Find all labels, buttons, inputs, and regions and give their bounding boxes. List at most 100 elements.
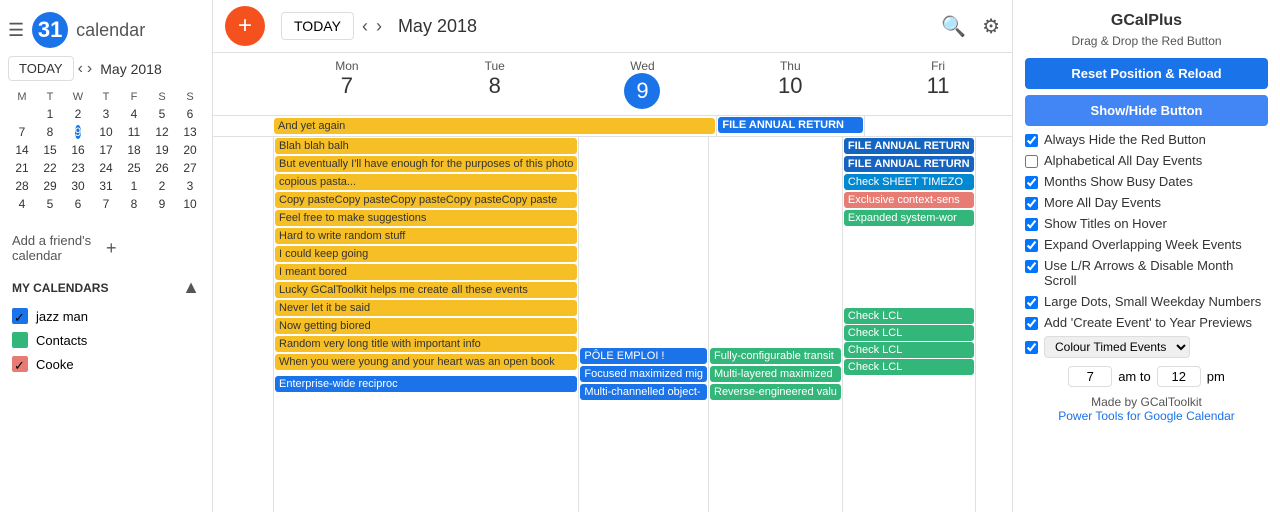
settings-icon[interactable]: ⚙	[982, 14, 1000, 39]
checkbox-always-hide[interactable]	[1025, 134, 1038, 147]
mini-cal-day[interactable]: 17	[92, 141, 120, 159]
mini-cal-day[interactable]: 30	[64, 177, 92, 195]
mini-cal-day[interactable]: 22	[36, 159, 64, 177]
mini-cal-day[interactable]: 26	[148, 159, 176, 177]
reset-position-button[interactable]: Reset Position & Reload	[1025, 58, 1268, 89]
event-check-lcl-3[interactable]: Check LCL	[844, 342, 974, 358]
mini-cal-day[interactable]: 28	[8, 177, 36, 195]
checkbox-large-dots[interactable]	[1025, 296, 1038, 309]
checkbox-expand-overlapping[interactable]	[1025, 239, 1038, 252]
mini-cal-day[interactable]: 10	[92, 123, 120, 141]
nav-prev-button[interactable]: ‹	[78, 60, 83, 78]
event-never[interactable]: Never let it be said	[275, 300, 577, 316]
mini-cal-day[interactable]: 29	[36, 177, 64, 195]
mini-cal-day[interactable]: 8	[120, 195, 148, 213]
calendar-item-contacts[interactable]: Contacts	[0, 328, 212, 352]
calendar-item-cooke[interactable]: ✓ Cooke	[0, 352, 212, 376]
mini-cal-day[interactable]: 1	[36, 105, 64, 123]
mini-cal-day[interactable]: 4	[8, 195, 36, 213]
mini-cal-day[interactable]: 21	[8, 159, 36, 177]
event-expanded[interactable]: Expanded system-wor	[844, 210, 974, 226]
event-blah[interactable]: Blah blah balh	[275, 138, 577, 154]
event-random[interactable]: Random very long title with important in…	[275, 336, 577, 352]
event-meant-bored[interactable]: I meant bored	[275, 264, 577, 280]
my-calendars-header[interactable]: My calendars ▲	[0, 271, 212, 304]
search-icon[interactable]: 🔍	[941, 14, 966, 39]
event-exclusive[interactable]: Exclusive context-sens	[844, 192, 974, 208]
event-hard-to-write[interactable]: Hard to write random stuff	[275, 228, 577, 244]
event-file2[interactable]: FILE ANNUAL RETURN	[844, 138, 974, 154]
all-day-event-and-yet-again[interactable]: And yet again	[274, 118, 715, 134]
mini-cal-day[interactable]: 15	[36, 141, 64, 159]
mini-cal-day[interactable]: 25	[120, 159, 148, 177]
event-when-you[interactable]: When you were young and your heart was a…	[275, 354, 577, 370]
mini-cal-day[interactable]: 27	[176, 159, 204, 177]
event-multi-layered[interactable]: Multi-layered maximized	[710, 366, 841, 382]
mini-cal-day[interactable]: 3	[176, 177, 204, 195]
event-multi-channelled[interactable]: Multi-channelled object-	[580, 384, 707, 400]
add-friend-calendar-row[interactable]: Add a friend's calendar +	[0, 225, 212, 271]
mini-today-button[interactable]: TODAY	[8, 56, 74, 81]
checkbox-months-show[interactable]	[1025, 176, 1038, 189]
checkbox-use-lr[interactable]	[1025, 260, 1038, 273]
event-check-lcl-2[interactable]: Check LCL	[844, 325, 974, 341]
mini-cal-day[interactable]: 1	[120, 177, 148, 195]
mini-cal-day[interactable]: 8	[36, 123, 64, 141]
mini-cal-day[interactable]: 2	[148, 177, 176, 195]
checkbox-alphabetical[interactable]	[1025, 155, 1038, 168]
mini-cal-day[interactable]: 3	[92, 105, 120, 123]
mini-cal-day[interactable]: 19	[148, 141, 176, 159]
mini-cal-day[interactable]: 9	[148, 195, 176, 213]
event-check-lcl-4[interactable]: Check LCL	[844, 359, 974, 375]
mini-cal-day[interactable]: 2	[64, 105, 92, 123]
event-fully-config[interactable]: Fully-configurable transit	[710, 348, 841, 364]
mini-cal-day[interactable]: 5	[148, 105, 176, 123]
mini-cal-day[interactable]: 6	[176, 105, 204, 123]
event-now-getting[interactable]: Now getting biored	[275, 318, 577, 334]
header-today-button[interactable]: TODAY	[281, 12, 354, 40]
event-feel-free[interactable]: Feel free to make suggestions	[275, 210, 577, 226]
mini-cal-day[interactable]: 24	[92, 159, 120, 177]
mini-cal-day[interactable]: 9	[64, 123, 92, 141]
mini-cal-day[interactable]: 7	[92, 195, 120, 213]
event-copy-paste[interactable]: Copy pasteCopy pasteCopy pasteCopy paste…	[275, 192, 577, 208]
all-day-event-file1[interactable]: FILE ANNUAL RETURN	[718, 117, 863, 133]
mini-cal-day[interactable]: 16	[64, 141, 92, 159]
event-pole-emploi[interactable]: PÔLE EMPLOI !	[580, 348, 707, 364]
header-next-button[interactable]: ›	[376, 16, 382, 37]
calendar-item-jazz[interactable]: ✓ jazz man	[0, 304, 212, 328]
event-copious[interactable]: copious pasta...	[275, 174, 577, 190]
checkbox-colour-timed[interactable]	[1025, 341, 1038, 354]
mini-cal-day[interactable]: 11	[120, 123, 148, 141]
mini-cal-day[interactable]: 6	[64, 195, 92, 213]
checkbox-more-all-day[interactable]	[1025, 197, 1038, 210]
mini-cal-day[interactable]: 31	[92, 177, 120, 195]
mini-cal-day[interactable]: 12	[148, 123, 176, 141]
time-from-input[interactable]	[1068, 366, 1112, 387]
fab-add-button[interactable]: +	[225, 6, 265, 46]
event-enterprise[interactable]: Enterprise-wide reciproc	[275, 376, 577, 392]
event-reverse[interactable]: Reverse-engineered valu	[710, 384, 841, 400]
event-check-lcl-1[interactable]: Check LCL	[844, 308, 974, 324]
show-hide-button[interactable]: Show/Hide Button	[1025, 95, 1268, 126]
mini-cal-day[interactable]: 5	[36, 195, 64, 213]
mini-cal-day[interactable]: 10	[176, 195, 204, 213]
mini-cal-day[interactable]: 20	[176, 141, 204, 159]
mini-cal-day[interactable]: 23	[64, 159, 92, 177]
nav-next-button[interactable]: ›	[87, 60, 92, 78]
mini-cal-day[interactable]: 13	[176, 123, 204, 141]
event-keep-going[interactable]: I could keep going	[275, 246, 577, 262]
power-tools-link[interactable]: Power Tools for Google Calendar	[1025, 409, 1268, 423]
event-lucky[interactable]: Lucky GCalToolkit helps me create all th…	[275, 282, 577, 298]
mini-cal-day[interactable]	[8, 105, 36, 123]
event-check-sheet[interactable]: Check SHEET TIMEZO	[844, 174, 974, 190]
header-prev-button[interactable]: ‹	[362, 16, 368, 37]
mini-cal-day[interactable]: 14	[8, 141, 36, 159]
event-file3[interactable]: FILE ANNUAL RETURN	[844, 156, 974, 172]
event-focused[interactable]: Focused maximized mig	[580, 366, 707, 382]
time-to-input[interactable]	[1157, 366, 1201, 387]
colour-timed-select[interactable]: Colour Timed Events	[1044, 336, 1190, 358]
event-eventually[interactable]: But eventually I'll have enough for the …	[275, 156, 577, 172]
mini-cal-day[interactable]: 7	[8, 123, 36, 141]
checkbox-add-create[interactable]	[1025, 317, 1038, 330]
